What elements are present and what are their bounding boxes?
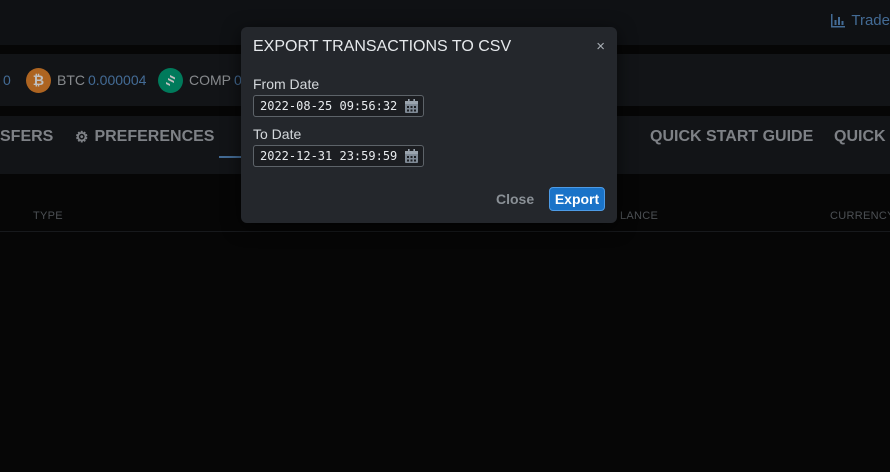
close-button[interactable]: Close [496, 191, 534, 207]
calendar-icon[interactable] [405, 149, 418, 163]
to-date-label: To Date [253, 126, 302, 142]
dialog-title: EXPORT TRANSACTIONS TO CSV [253, 38, 512, 55]
close-icon[interactable]: × [596, 39, 605, 55]
from-date-input[interactable]: 2022-08-25 09:56:32 [253, 95, 424, 117]
calendar-icon[interactable] [405, 99, 418, 113]
from-date-label: From Date [253, 76, 320, 92]
from-date-value: 2022-08-25 09:56:32 [260, 99, 398, 113]
to-date-input[interactable]: 2022-12-31 23:59:59 [253, 145, 424, 167]
to-date-value: 2022-12-31 23:59:59 [260, 149, 398, 163]
export-csv-dialog: EXPORT TRANSACTIONS TO CSV × From Date 2… [241, 27, 617, 223]
export-button[interactable]: Export [549, 187, 605, 211]
